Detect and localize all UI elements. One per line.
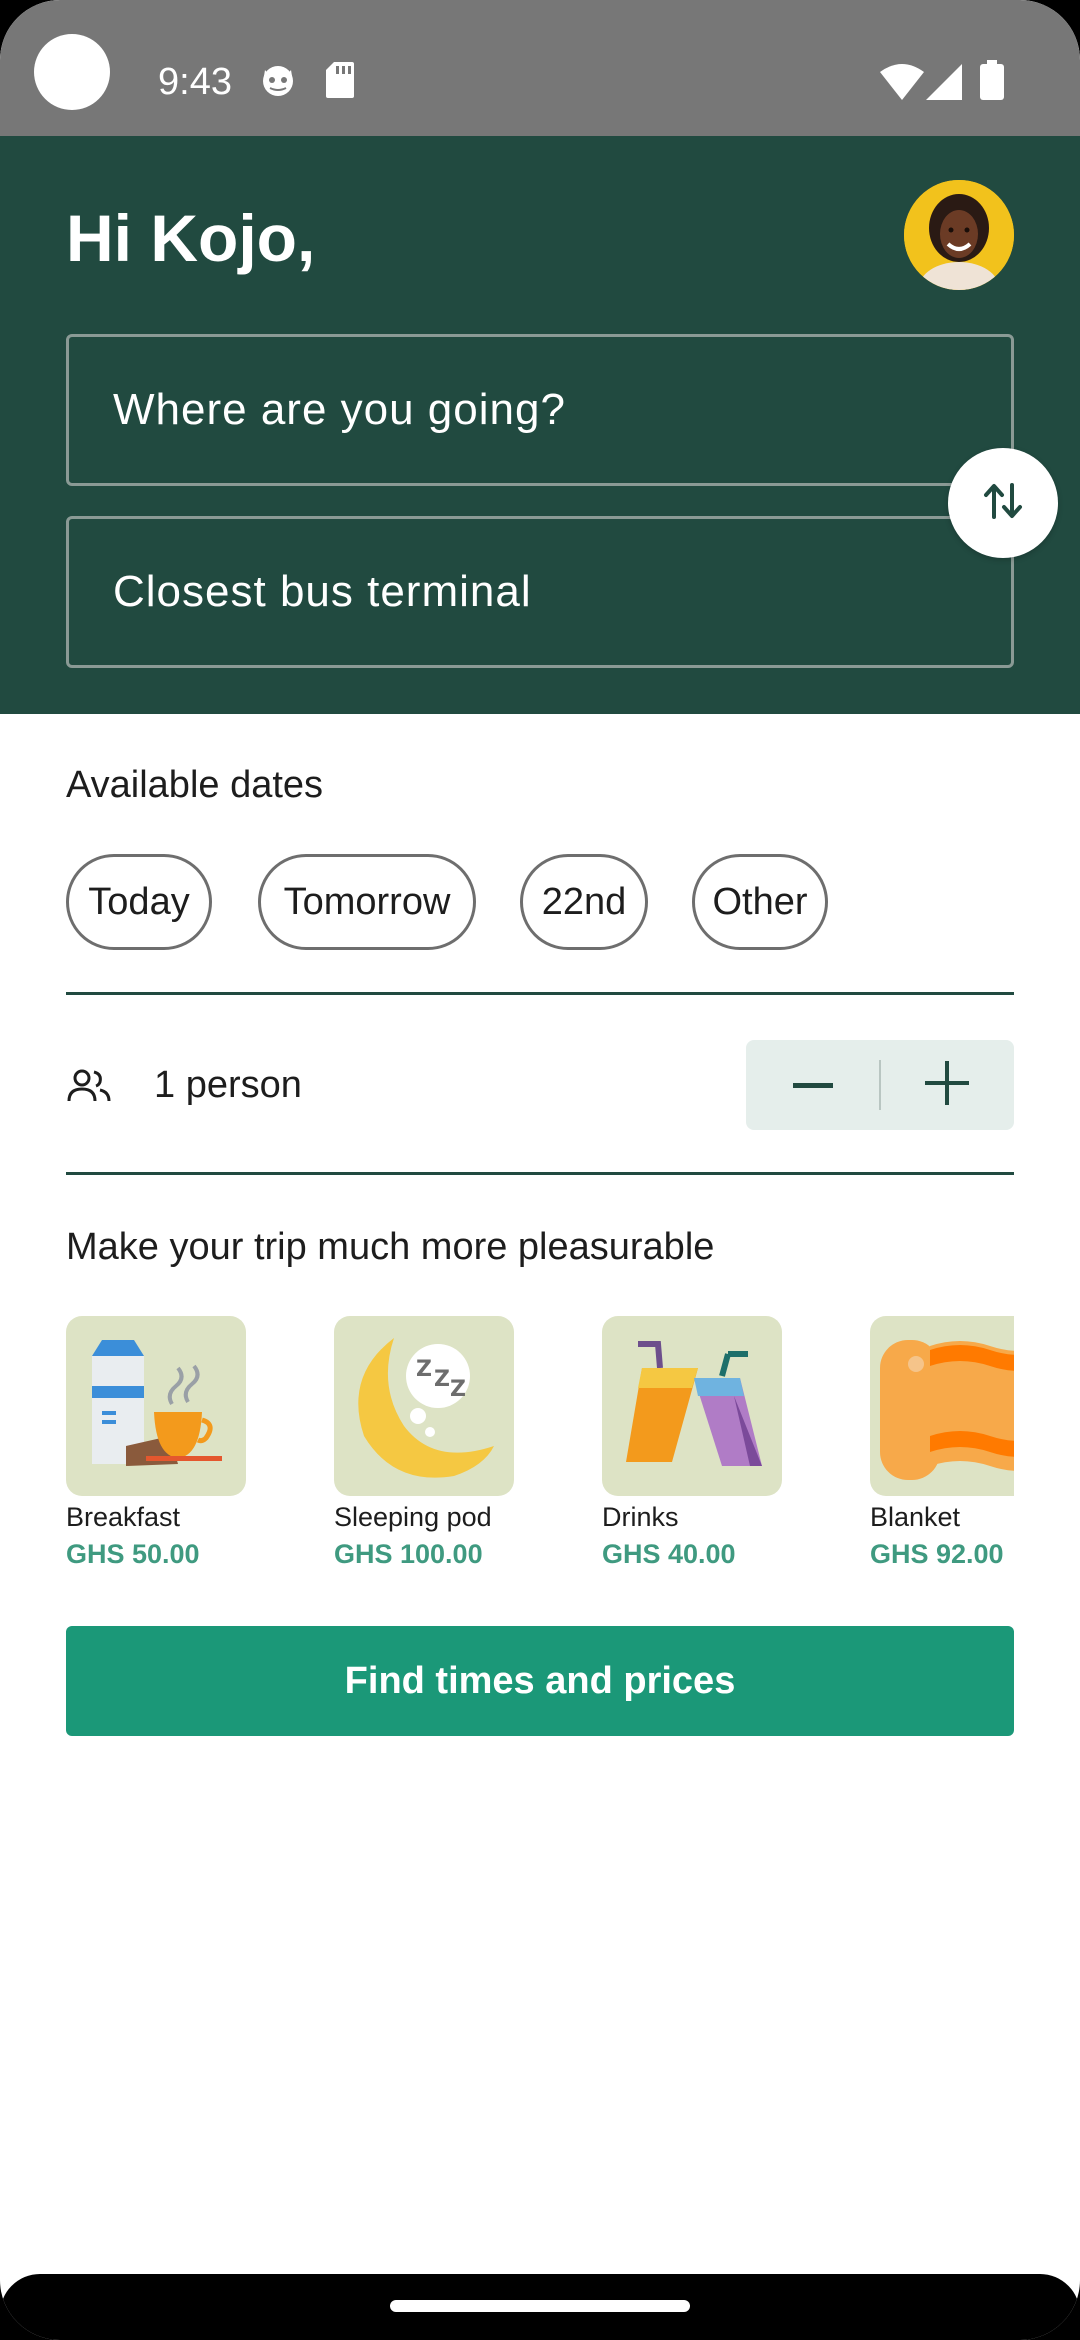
search-header: Hi Kojo, Where are you going? Closest bu… [0, 136, 1080, 714]
extras-carousel[interactable]: Breakfast GHS 50.00 Z Z Z Sleeping pod G… [66, 1316, 1014, 1576]
sd-card-icon [326, 62, 354, 103]
minus-icon [793, 1076, 833, 1094]
app-screen: 9:43 Hi Kojo, Where are you going? Close… [0, 0, 1080, 2340]
extra-item-drinks[interactable]: Drinks GHS 40.00 [602, 1316, 802, 1570]
extra-item-sleeping-pod[interactable]: Z Z Z Sleeping pod GHS 100.00 [334, 1316, 534, 1570]
date-chip-tomorrow[interactable]: Tomorrow [258, 854, 476, 950]
extra-price: GHS 100.00 [334, 1539, 483, 1569]
extra-name: Blanket [870, 1502, 961, 1532]
extra-name: Sleeping pod [334, 1502, 492, 1532]
divider [66, 1172, 1014, 1175]
extra-item-blanket[interactable]: Blanket GHS 92.00 [870, 1316, 1014, 1570]
blanket-icon [870, 1316, 1014, 1496]
extra-price: GHS 92.00 [870, 1539, 1004, 1569]
signal-icon [926, 64, 962, 105]
swap-vertical-icon [981, 481, 1025, 526]
swap-locations-button[interactable] [948, 448, 1058, 558]
svg-text:Z: Z [416, 1357, 432, 1382]
destination-placeholder: Where are you going? [113, 385, 566, 434]
plus-icon [925, 1060, 969, 1110]
home-indicator[interactable] [390, 2300, 690, 2312]
drinks-icon [602, 1316, 782, 1496]
available-dates-title: Available dates [66, 764, 324, 806]
date-chip-today[interactable]: Today [66, 854, 212, 950]
extras-title: Make your trip much more pleasurable [66, 1226, 715, 1268]
extra-name: Drinks [602, 1502, 679, 1532]
wifi-icon [880, 64, 924, 105]
breakfast-icon [66, 1316, 246, 1496]
svg-text:Z: Z [450, 1377, 466, 1402]
date-chip-22nd[interactable]: 22nd [520, 854, 648, 950]
origin-input[interactable]: Closest bus terminal [66, 516, 1014, 668]
battery-icon [980, 60, 1004, 105]
decrement-button[interactable] [746, 1040, 880, 1130]
increment-button[interactable] [880, 1040, 1014, 1130]
passenger-count: 1 person [154, 1064, 302, 1106]
extra-name: Breakfast [66, 1502, 181, 1532]
origin-value: Closest bus terminal [113, 567, 532, 616]
svg-text:Z: Z [434, 1367, 450, 1392]
extra-item-breakfast[interactable]: Breakfast GHS 50.00 [66, 1316, 266, 1570]
extra-price: GHS 40.00 [602, 1539, 736, 1569]
camera-cutout [34, 34, 110, 110]
status-bar: 9:43 [0, 0, 1080, 136]
avatar[interactable] [904, 180, 1014, 290]
destination-input[interactable]: Where are you going? [66, 334, 1014, 486]
find-times-button[interactable]: Find times and prices [66, 1626, 1014, 1736]
date-chip-other[interactable]: Other [692, 854, 828, 950]
people-icon [66, 1068, 112, 1109]
sleeping-moon-icon: Z Z Z [334, 1316, 514, 1496]
passenger-stepper [746, 1040, 1014, 1130]
cat-icon [260, 62, 296, 103]
status-time: 9:43 [158, 61, 232, 103]
greeting-title: Hi Kojo, [66, 201, 316, 275]
extra-price: GHS 50.00 [66, 1539, 200, 1569]
divider [66, 992, 1014, 995]
